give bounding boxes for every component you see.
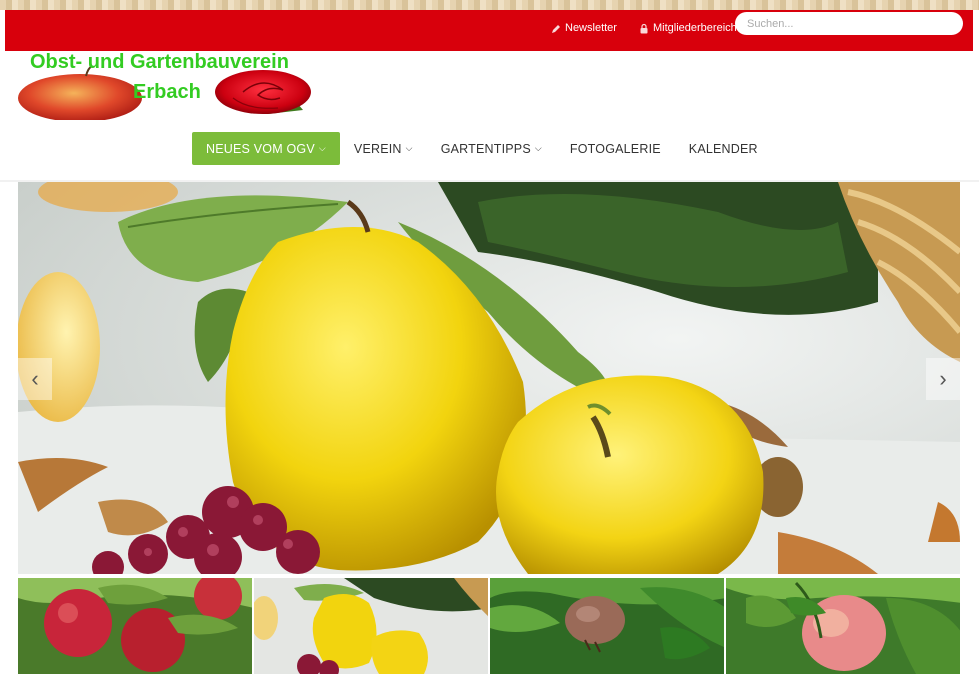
site-logo[interactable]: Obst- und Gartenbauverein Erbach (18, 50, 318, 120)
nav-label: VEREIN (353, 141, 402, 156)
slider-next-button[interactable]: › (926, 358, 960, 400)
nav-item-gartentipps[interactable]: GARTENTIPPS ⌵ (427, 132, 556, 165)
nav-item-fotogalerie[interactable]: FOTOGALERIE (556, 132, 675, 165)
nav-label: KALENDER (688, 141, 758, 156)
search-input[interactable] (735, 12, 963, 35)
thumbnail-medlar[interactable] (490, 578, 724, 674)
top-bar: Newsletter Mitgliederbereich (5, 10, 973, 51)
hero-slider[interactable]: ‹ › (18, 182, 960, 574)
decorative-top-strip (0, 0, 979, 10)
slider-prev-button[interactable]: ‹ (18, 358, 52, 400)
nav-item-kalender[interactable]: KALENDER (675, 132, 772, 165)
chevron-down-icon: ⌵ (318, 143, 326, 153)
pencil-icon (552, 24, 560, 33)
members-area-link[interactable]: Mitgliederbereich (639, 22, 737, 34)
thumbnail-quinces[interactable] (254, 578, 488, 674)
nav-label: GARTENTIPPS (440, 141, 531, 156)
thumbnail-image (726, 578, 960, 674)
lock-icon (640, 23, 648, 33)
logo-title-line1: Obst- und Gartenbauverein (30, 51, 289, 73)
thumbnail-image (490, 578, 724, 674)
chevron-down-icon: ⌵ (534, 143, 542, 153)
chevron-down-icon: ⌵ (405, 143, 413, 153)
nav-item-verein[interactable]: VEREIN ⌵ (340, 132, 427, 165)
thumbnail-image (254, 578, 488, 674)
newsletter-label: Newsletter (565, 22, 617, 34)
thumbnail-peaches[interactable] (726, 578, 960, 674)
newsletter-link[interactable]: Newsletter (551, 22, 617, 34)
thumbnail-apples[interactable] (18, 578, 252, 674)
main-nav: NEUES VOM OGV ⌵ VEREIN ⌵ GARTENTIPPS ⌵ F… (192, 132, 772, 165)
thumbnail-image (18, 578, 252, 674)
chevron-right-icon: › (939, 366, 947, 391)
nav-item-neues-vom-ogv[interactable]: NEUES VOM OGV ⌵ (192, 132, 340, 165)
logo-title-line2: Erbach (133, 81, 201, 103)
apple-icon (18, 74, 142, 120)
chevron-left-icon: ‹ (31, 366, 39, 391)
slider-thumbnails (18, 578, 960, 674)
hero-image-quinces (18, 182, 960, 574)
nav-label: NEUES VOM OGV (206, 141, 315, 156)
rose-icon (215, 70, 311, 114)
nav-label: FOTOGALERIE (569, 141, 661, 156)
members-area-label: Mitgliederbereich (653, 22, 737, 34)
